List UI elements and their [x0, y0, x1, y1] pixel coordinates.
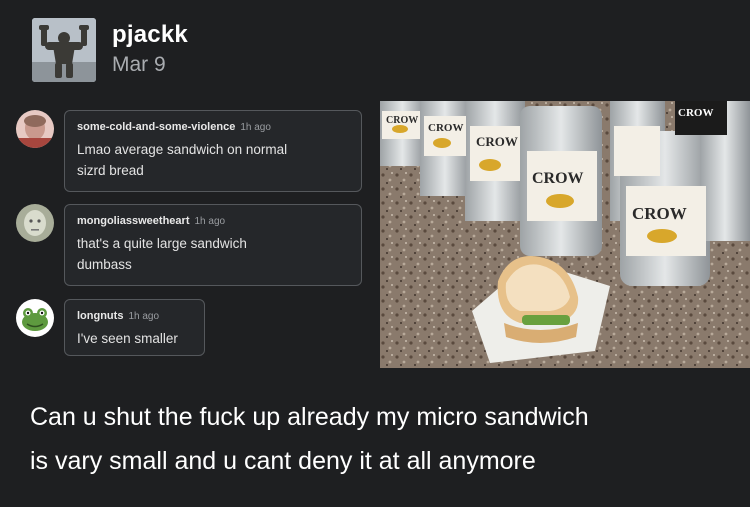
bottle-label-text: CROW [386, 115, 418, 126]
comment-text-line: I've seen smaller [77, 331, 178, 346]
comment-2: mongoliassweetheart 1h ago that's a quite… [16, 204, 362, 286]
post-date: Mar 9 [112, 53, 166, 76]
comment-text-line: Lmao average sandwich on normal [77, 142, 288, 157]
comment-3: longnuts 1h ago I've seen smaller [16, 299, 205, 356]
bottle-label-text: CROW [532, 170, 584, 187]
sandwich-photo-image: CROW CROW CROW CROW CROW CROW [380, 101, 750, 368]
comment-bubble-3: longnuts 1h ago I've seen smaller [64, 299, 205, 356]
bottle-label-text: CROW [678, 107, 713, 119]
comment-bubble-1: some-cold-and-some-violence 1h ago Lmao a… [64, 110, 362, 192]
comment-text-line: dumbass [77, 257, 132, 272]
bottle-label-text: CROW [632, 204, 687, 223]
comment-username[interactable]: mongoliassweetheart [77, 215, 189, 227]
comment-text-line: sizrd bread [77, 163, 144, 178]
comment-bubble-2: mongoliassweetheart 1h ago that's a quite… [64, 204, 362, 286]
post-avatar[interactable] [32, 18, 96, 82]
post-username[interactable]: pjackk [112, 21, 188, 49]
caption-line: is vary small and u cant deny it at all … [30, 447, 536, 475]
comment-username[interactable]: longnuts [77, 310, 123, 322]
bottle-label-text: CROW [476, 134, 518, 149]
bottle-label-text: CROW [428, 122, 463, 134]
post-caption: Can u shut the fuck up already my micro … [30, 395, 740, 483]
comment-time: 1h ago [128, 311, 160, 322]
frog-avatar-icon [16, 299, 54, 337]
comment-time: 1h ago [240, 122, 271, 133]
comment-time: 1h ago [194, 216, 226, 227]
comment-avatar-2[interactable] [16, 204, 54, 242]
caption-line: Can u shut the fuck up already my micro … [30, 403, 589, 431]
comment-text-line: that's a quite large sandwich [77, 236, 247, 251]
bodybuilder-statue-icon [32, 18, 96, 82]
post-header: pjackk Mar 9 [32, 18, 188, 82]
comment-1: some-cold-and-some-violence 1h ago Lmao a… [16, 110, 362, 192]
grey-face-avatar-icon [16, 204, 54, 242]
comment-username[interactable]: some-cold-and-some-violence [77, 121, 235, 133]
comment-avatar-1[interactable] [16, 110, 54, 148]
post-photo[interactable]: CROW CROW CROW CROW CROW CROW [380, 101, 750, 368]
portrait-avatar-icon [16, 110, 54, 148]
comment-avatar-3[interactable] [16, 299, 54, 337]
